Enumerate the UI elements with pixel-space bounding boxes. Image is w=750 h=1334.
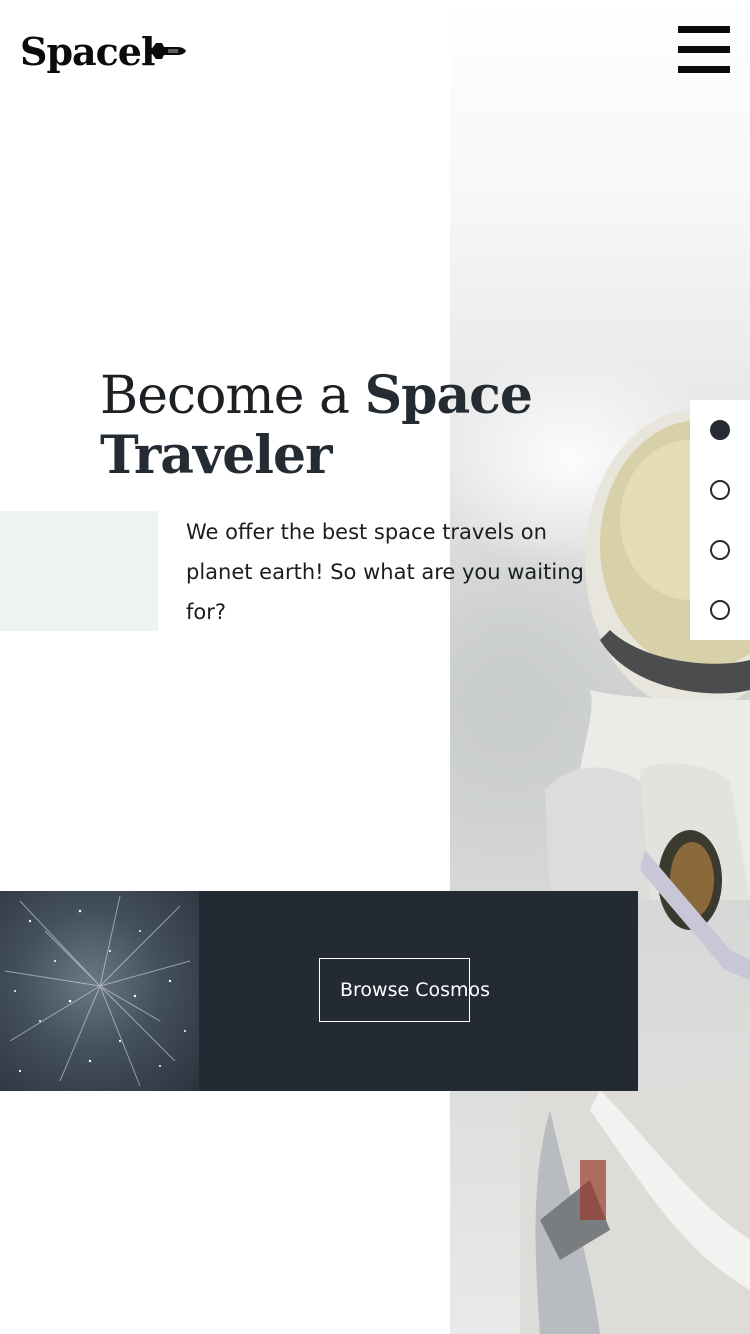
space-shuttle-icon xyxy=(148,43,187,59)
astronaut-photo xyxy=(450,0,750,1334)
browse-cosmos-button[interactable]: Browse Cosmos xyxy=(319,958,490,1022)
cta-band: Browse Cosmos xyxy=(0,891,638,1091)
hamburger-menu-icon[interactable] xyxy=(678,26,730,74)
slider-dot-1[interactable] xyxy=(710,420,730,440)
accent-block xyxy=(0,511,158,631)
hero-title-bold-traveler: Traveler xyxy=(100,425,333,486)
slider-dot-4[interactable] xyxy=(710,600,730,620)
slider-pagination xyxy=(690,400,750,640)
browse-cosmos-label: Browse Cosmos xyxy=(340,979,491,1001)
hero-intro-text: We offer the best space travels on plane… xyxy=(186,520,584,624)
logo-text: Spacel xyxy=(20,29,155,74)
star-field-photo xyxy=(0,891,199,1091)
hero-title-light: Become a xyxy=(100,366,365,426)
slider-dot-2[interactable] xyxy=(710,480,730,500)
page: Spacel Become a Space Traveler We offer … xyxy=(0,0,750,1334)
logo[interactable]: Spacel xyxy=(20,28,187,76)
slider-dot-3[interactable] xyxy=(710,540,730,560)
hero-title-bold-space: Space xyxy=(364,365,533,426)
hero-title: Become a Space Traveler xyxy=(100,366,560,486)
